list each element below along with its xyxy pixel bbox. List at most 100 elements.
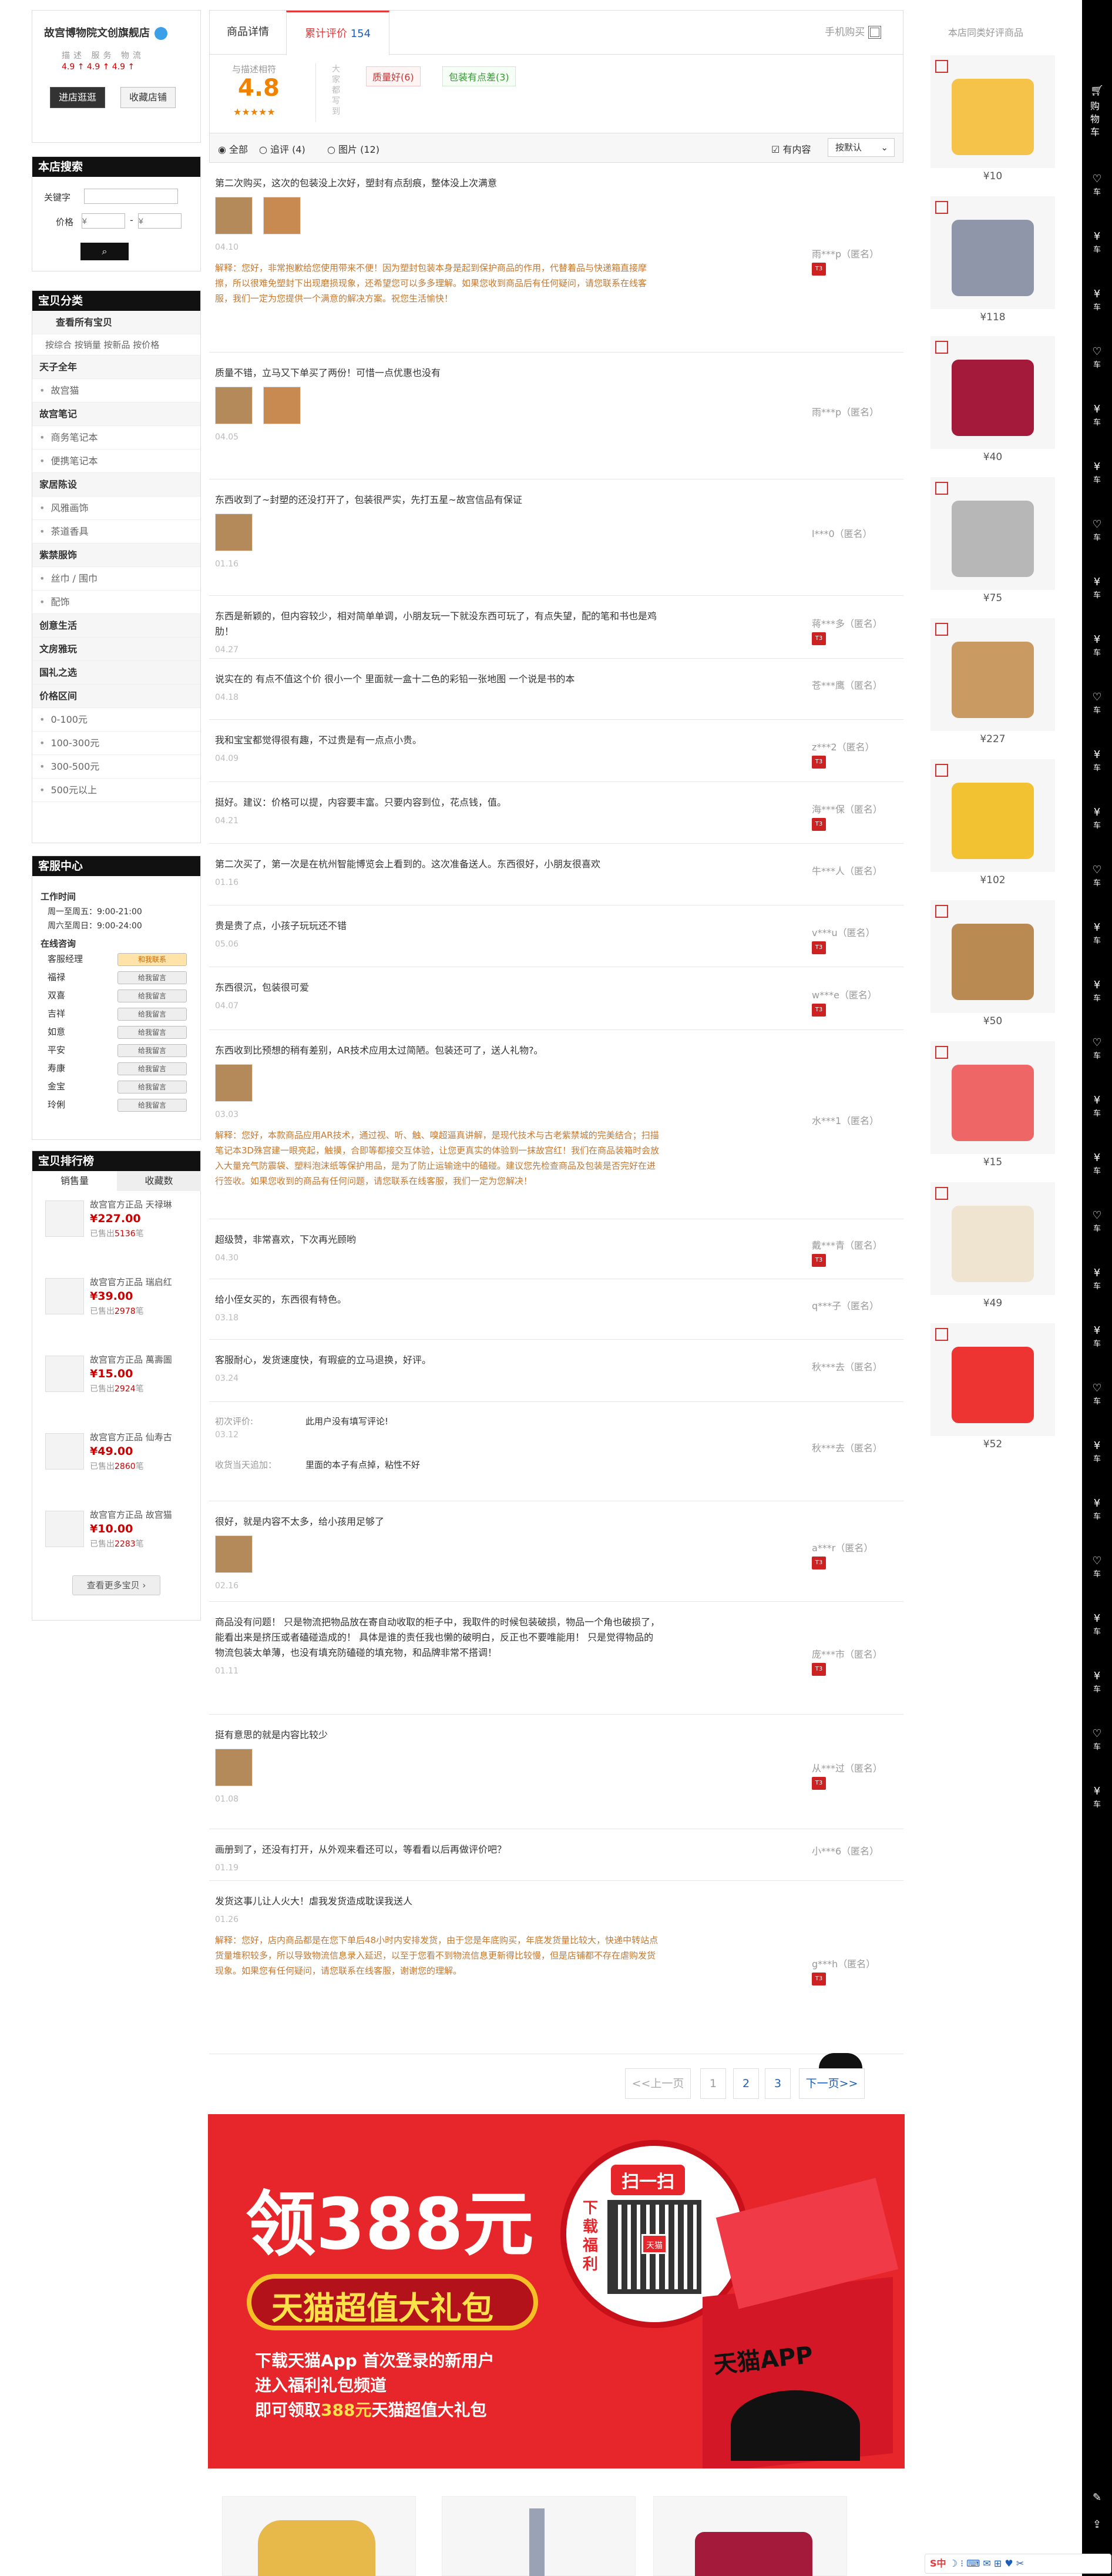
bottom-rec-item-3[interactable]: [653, 2496, 847, 2576]
toolbar-item[interactable]: ♡ 车: [1082, 1552, 1112, 1579]
category-item[interactable]: 国礼之选: [32, 661, 200, 685]
pager-next[interactable]: 下一页>>: [799, 2068, 865, 2099]
category-item[interactable]: 故宫猫: [32, 379, 200, 402]
toolbar-item[interactable]: ♡ 车: [1082, 516, 1112, 542]
filter-append[interactable]: ○ 追评 (4): [259, 142, 305, 156]
toolbar-item[interactable]: ¥ 车: [1082, 1495, 1112, 1521]
pager-page-2[interactable]: 2: [733, 2068, 759, 2099]
sort-select[interactable]: 按默认 ⌄: [828, 138, 895, 157]
category-item[interactable]: 风雅画饰: [32, 497, 200, 520]
category-item[interactable]: 家居陈设: [32, 473, 200, 497]
pager-page-1[interactable]: 1: [700, 2068, 726, 2099]
review-photo[interactable]: [263, 197, 301, 234]
shop-name[interactable]: 故宫博物院文创旗舰店: [44, 25, 167, 40]
cart-icon[interactable]: 🛒︎: [1082, 82, 1112, 100]
category-item[interactable]: 便携笔记本: [32, 450, 200, 473]
review-photo[interactable]: [215, 514, 253, 551]
category-item[interactable]: 300-500元: [32, 755, 200, 779]
enter-shop-button[interactable]: 进店逛逛: [50, 87, 106, 108]
recommend-item[interactable]: ¥75: [930, 477, 1055, 618]
edit-icon[interactable]: ✎: [1082, 2489, 1112, 2507]
toolbar-item[interactable]: ¥ 车: [1082, 1322, 1112, 1349]
pager-prev[interactable]: <<上一页: [625, 2068, 691, 2099]
contact-button[interactable]: 给我留言: [117, 1062, 187, 1075]
category-item[interactable]: 紫禁服饰: [32, 544, 200, 567]
tab-reviews[interactable]: 累计评价 154: [286, 11, 389, 55]
toolbar-item[interactable]: ¥ 车: [1082, 746, 1112, 773]
toolbar-item[interactable]: ¥ 车: [1082, 401, 1112, 427]
bottom-rec-item-2[interactable]: [442, 2496, 636, 2576]
toolbar-item[interactable]: ¥ 车: [1082, 458, 1112, 485]
category-item[interactable]: 丝巾 / 围巾: [32, 567, 200, 591]
toolbar-item[interactable]: ♡ 车: [1082, 1380, 1112, 1406]
filter-all[interactable]: ◉ 全部: [218, 142, 248, 156]
category-item[interactable]: 天子全年: [32, 355, 200, 379]
toolbar-item[interactable]: ♡ 车: [1082, 1725, 1112, 1752]
contact-button[interactable]: 给我留言: [117, 1081, 187, 1094]
tab-detail[interactable]: 商品详情: [210, 11, 286, 54]
contact-button[interactable]: 给我留言: [117, 1008, 187, 1021]
review-photo[interactable]: [215, 197, 253, 234]
contact-button[interactable]: 给我留言: [117, 1099, 187, 1112]
review-photo[interactable]: [215, 387, 253, 424]
review-photo[interactable]: [263, 387, 301, 424]
recommend-item[interactable]: ¥227: [930, 618, 1055, 759]
toolbar-item[interactable]: ¥ 车: [1082, 286, 1112, 312]
contact-button[interactable]: 给我留言: [117, 990, 187, 1002]
category-item[interactable]: 0-100元: [32, 708, 200, 732]
ranking-item[interactable]: 故宫官方正品 萬壽圖 ¥15.00 已售出2924笔: [32, 1346, 201, 1424]
ime-toolbar[interactable]: S中 ☽ ⁝ ⌨ ✉ ⊞ ♥ ✂: [925, 2554, 1111, 2574]
contact-button[interactable]: 给我留言: [117, 1044, 187, 1057]
category-item[interactable]: 故宫笔记: [32, 402, 200, 426]
toolbar-item[interactable]: ¥ 车: [1082, 1092, 1112, 1118]
toolbar-item[interactable]: ¥ 车: [1082, 573, 1112, 600]
more-items-button[interactable]: 查看更多宝贝 ›: [72, 1575, 160, 1595]
filter-image[interactable]: ○ 图片 (12): [327, 142, 379, 156]
search-button[interactable]: ⌕: [80, 243, 129, 260]
price-max-input[interactable]: [138, 213, 182, 229]
contact-button[interactable]: 给我留言: [117, 971, 187, 984]
ranking-item[interactable]: 故宫官方正品 仙寿古 ¥49.00 已售出2860笔: [32, 1424, 201, 1501]
category-item[interactable]: 商务笔记本: [32, 426, 200, 450]
recommend-item[interactable]: ¥52: [930, 1323, 1055, 1464]
bottom-rec-item-1[interactable]: [222, 2496, 416, 2576]
toolbar-item[interactable]: ♡ 车: [1082, 1207, 1112, 1233]
category-view-all[interactable]: 查看所有宝贝: [32, 311, 200, 334]
toolbar-item[interactable]: ♡ 车: [1082, 861, 1112, 888]
toolbar-item[interactable]: ♡ 车: [1082, 170, 1112, 197]
tag-quality[interactable]: 质量好(6): [366, 66, 421, 86]
recommend-item[interactable]: ¥10: [930, 55, 1055, 196]
review-photo[interactable]: [215, 1535, 253, 1573]
toolbar-item[interactable]: ♡ 车: [1082, 343, 1112, 370]
toolbar-item[interactable]: ¥ 车: [1082, 631, 1112, 658]
recommend-item[interactable]: ¥118: [930, 196, 1055, 337]
toolbar-item[interactable]: ¥ 车: [1082, 977, 1112, 1003]
pager-page-3[interactable]: 3: [765, 2068, 791, 2099]
toolbar-item[interactable]: ¥ 车: [1082, 804, 1112, 830]
ranking-item[interactable]: 故宫官方正品 瑞启红 ¥39.00 已售出2978笔: [32, 1269, 201, 1346]
tab-sales[interactable]: 销售量: [32, 1171, 117, 1191]
toolbar-item[interactable]: ¥ 车: [1082, 1668, 1112, 1694]
toolbar-item[interactable]: ¥ 车: [1082, 1264, 1112, 1291]
contact-button[interactable]: 和我联系: [117, 953, 187, 966]
mobile-buy[interactable]: 手机购买: [809, 11, 897, 54]
top-icon[interactable]: ⇪: [1082, 2516, 1112, 2534]
toolbar-item[interactable]: ¥ 车: [1082, 1149, 1112, 1176]
category-item[interactable]: 100-300元: [32, 732, 200, 755]
ranking-item[interactable]: 故宫官方正品 故宫猫 ¥10.00 已售出2283笔: [32, 1501, 201, 1579]
category-item[interactable]: 文房雅玩: [32, 638, 200, 661]
category-item[interactable]: 500元以上: [32, 779, 200, 802]
recommend-item[interactable]: ¥50: [930, 900, 1055, 1041]
price-min-input[interactable]: [82, 213, 125, 229]
keyword-input[interactable]: [84, 189, 178, 204]
toolbar-item[interactable]: ♡ 车: [1082, 689, 1112, 715]
recommend-item[interactable]: ¥40: [930, 336, 1055, 477]
tab-favorites[interactable]: 收藏数: [117, 1171, 201, 1191]
favorite-shop-button[interactable]: 收藏店铺: [120, 87, 176, 108]
toolbar-item[interactable]: ¥ 车: [1082, 1783, 1112, 1809]
toolbar-item[interactable]: ¥ 车: [1082, 228, 1112, 254]
toolbar-item[interactable]: ♡ 车: [1082, 1034, 1112, 1061]
category-item[interactable]: 价格区间: [32, 685, 200, 708]
review-photo[interactable]: [215, 1749, 253, 1786]
category-item[interactable]: 创意生活: [32, 614, 200, 638]
